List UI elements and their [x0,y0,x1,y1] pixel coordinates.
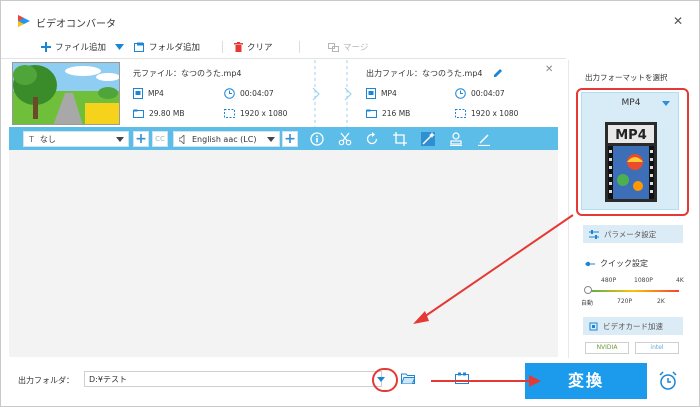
output-file-label: 出力ファイル：なつのうた.mp4 [366,69,483,78]
quick-settings-icon [585,261,595,266]
chip-icon [589,322,598,330]
video-thumbnail[interactable] [12,62,120,125]
text-t-icon: T [29,134,34,144]
chevron-down-icon [115,44,124,50]
subtitle-select-value: なし [39,134,56,144]
quality-tick-auto: 自動 [581,300,594,307]
gpu-acceleration-label: ビデオカード加速 [603,321,663,331]
alarm-clock-icon[interactable] [657,370,679,392]
source-file-label: 元ファイル：なつのうた.mp4 [133,69,242,78]
rename-pencil-icon[interactable] [494,68,503,77]
output-folder-field[interactable]: D:¥テスト [84,371,382,387]
effects-wand-icon[interactable] [421,132,435,146]
folder-icon [366,109,377,118]
thumbnail-image [13,63,119,124]
bottom-bar: 出力フォルダ： D:¥テスト [9,359,558,399]
nvidia-chip[interactable]: NVIDIA [585,342,629,354]
clock-icon [224,88,235,99]
chevron-down-icon [267,137,275,142]
source-resolution: 1920 x 1080 [224,109,287,118]
conversion-arrow-icon [312,60,352,127]
output-folder-label: 出力フォルダ： [18,376,74,385]
add-folder-button[interactable]: フォルダ追加 [134,40,200,54]
add-subtitle-button[interactable]: + [133,131,149,147]
output-duration: 00:04:07 [455,88,505,99]
app-title: ビデオコンバータ [36,19,116,30]
add-file-label: ファイル追加 [55,43,107,53]
folder-plus-icon [134,42,144,52]
intel-chip[interactable]: intel [635,342,679,354]
sliders-icon [589,229,599,239]
clock-icon [455,88,466,99]
highlight-ring-dropdown [372,368,398,392]
watermark-icon[interactable] [449,132,463,146]
file-format-icon [366,88,376,99]
output-size: 216 MB [366,109,410,118]
audio-track-select[interactable]: English aac (LC) [173,131,280,147]
trash-icon [234,42,243,52]
edit-toolbar: T なし + CC English aac (LC) + [9,127,558,150]
file-item[interactable]: 元ファイル：なつのうた.mp4 MP4 00:04:07 29.80 MB 19… [9,60,558,127]
folder-icon [133,109,144,118]
info-icon[interactable] [310,132,324,146]
quick-settings-label: クイック設定 [585,258,648,269]
title-bar: ビデオコンバータ ✕ [1,1,699,35]
output-format: MP4 [366,88,397,99]
output-settings-icon[interactable] [455,372,469,384]
resolution-icon [224,109,235,118]
source-size: 29.80 MB [133,109,184,118]
app-logo-icon [18,15,30,27]
toolbar-divider [222,41,223,53]
output-format-title: 出力フォーマットを選択 [585,73,668,82]
gpu-acceleration-button[interactable]: ビデオカード加速 [583,317,683,335]
toolbar-divider [299,41,300,53]
merge-icon [328,42,339,52]
add-folder-label: フォルダ追加 [149,43,201,53]
cc-icon[interactable]: CC [152,131,168,147]
convert-button[interactable]: 変換 [525,363,647,399]
parameter-settings-label: パラメータ設定 [604,229,657,239]
audio-track-value: English aac (LC) [192,134,257,144]
toolbar: ファイル追加 フォルダ追加 クリア マージ [1,35,566,59]
add-file-button[interactable]: ファイル追加 [41,40,106,54]
highlight-ring-format [576,88,689,216]
file-format-icon [133,88,143,99]
open-folder-icon[interactable] [401,372,415,384]
close-button[interactable]: ✕ [665,11,691,31]
quality-tick-2k: 2K [657,298,665,305]
parameter-settings-button[interactable]: パラメータ設定 [583,225,683,243]
merge-label: マージ [343,43,369,53]
remove-file-icon[interactable]: ✕ [545,64,553,75]
merge-button[interactable]: マージ [328,40,368,54]
source-format: MP4 [133,88,164,99]
quality-tick-4k: 4K [676,277,684,284]
quality-slider[interactable] [587,290,679,292]
quality-slider-handle[interactable] [584,286,592,294]
speaker-icon [179,134,185,144]
file-list-area [9,150,558,357]
add-file-dropdown[interactable] [115,40,128,54]
clear-label: クリア [247,43,273,53]
scissors-icon[interactable] [338,132,352,146]
add-audio-button[interactable]: + [282,131,298,147]
quality-tick-1080p: 1080P [634,277,653,284]
quality-tick-720p: 720P [617,298,633,305]
crop-icon[interactable] [393,132,407,146]
subtitle-edit-icon[interactable] [477,132,491,146]
source-duration: 00:04:07 [224,88,274,99]
subtitle-select[interactable]: T なし [23,131,129,147]
resolution-icon [455,109,466,118]
output-resolution: 1920 x 1080 [455,109,518,118]
main-window: ビデオコンバータ ✕ ファイル追加 フォルダ追加 クリア マージ 元ファイル：な… [0,0,700,407]
chevron-down-icon [116,137,124,142]
quality-tick-480p: 480P [601,277,617,284]
rotate-icon[interactable] [365,132,379,146]
clear-button[interactable]: クリア [234,40,273,54]
plus-icon [41,42,51,52]
